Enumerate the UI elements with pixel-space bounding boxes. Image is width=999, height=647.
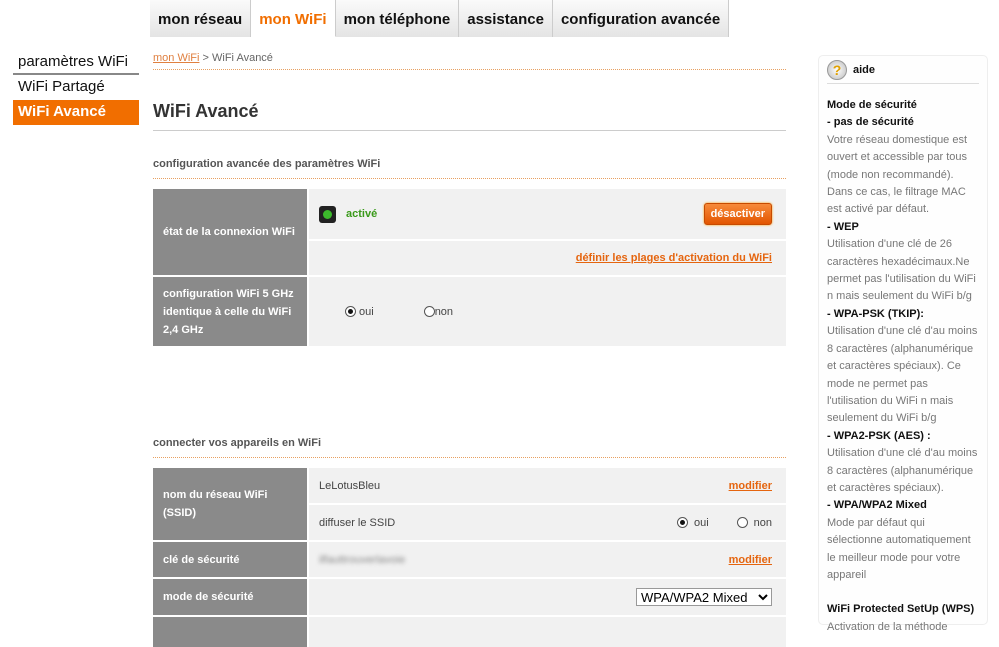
radio-label: oui xyxy=(693,516,709,529)
row-label: mode de sécurité xyxy=(153,579,307,615)
row-label: clé de sécurité xyxy=(153,542,307,577)
sidebar-item-parametres-wifi[interactable]: paramètres WiFi xyxy=(13,50,139,75)
radio-non[interactable] xyxy=(423,306,435,317)
sidebar: paramètres WiFi WiFi Partagé WiFi Avancé xyxy=(13,50,139,125)
breadcrumb-separator: > xyxy=(199,52,212,64)
row-label: état de la connexion WiFi xyxy=(153,189,307,275)
help-text: Activation de la méthode xyxy=(827,620,948,633)
status-led-icon xyxy=(319,205,336,223)
row-label xyxy=(153,617,307,647)
help-title: aide xyxy=(853,63,876,76)
sidebar-item-wifi-avance[interactable]: WiFi Avancé xyxy=(13,100,139,125)
help-text: Utilisation d'une clé d'au moins 8 carac… xyxy=(827,325,978,425)
help-text: Mode par défaut qui sélectionne automati… xyxy=(827,516,971,581)
breadcrumb-link[interactable]: mon WiFi xyxy=(153,52,199,64)
help-text: Utilisation d'une clé d'au moins 8 carac… xyxy=(827,447,978,494)
tab-mon-telephone[interactable]: mon téléphone xyxy=(335,0,460,37)
security-key-value: ilfauttrouverlavoie xyxy=(319,553,406,566)
row-security-mode: mode de sécurité WPA/WPA2 Mixed xyxy=(153,579,786,615)
security-mode-select[interactable]: WPA/WPA2 Mixed xyxy=(636,588,772,606)
modify-key-link[interactable]: modifier xyxy=(729,554,772,566)
help-body: Mode de sécurité - pas de sécurité Votre r… xyxy=(827,97,979,636)
main-nav: mon réseau mon WiFi mon téléphone assist… xyxy=(150,0,730,37)
help-heading: - WPA2-PSK (AES) : xyxy=(827,429,931,442)
help-heading: WiFi Protected SetUp (WPS) xyxy=(827,603,975,616)
deactivate-button[interactable]: désactiver xyxy=(703,203,772,225)
row-label: nom du réseau WiFi (SSID) xyxy=(153,468,307,540)
radio-label: non xyxy=(434,305,454,318)
radio-broadcast-oui[interactable] xyxy=(676,517,688,528)
row-same-config: configuration WiFi 5 GHz identique à cel… xyxy=(153,277,786,346)
help-heading: - WPA/WPA2 Mixed xyxy=(827,499,927,512)
tab-mon-reseau[interactable]: mon réseau xyxy=(150,0,252,37)
broadcast-label: diffuser le SSID xyxy=(319,516,396,529)
modify-ssid-link[interactable]: modifier xyxy=(729,480,772,492)
tab-assistance[interactable]: assistance xyxy=(459,0,553,37)
row-security-key: clé de sécurité ilfauttrouverlavoie modif… xyxy=(153,542,786,577)
row-ssid: nom du réseau WiFi (SSID) LeLotusBleu mod… xyxy=(153,468,786,540)
help-heading: - pas de sécurité xyxy=(827,116,914,129)
help-heading: - WEP xyxy=(827,220,859,233)
breadcrumb: mon WiFi > WiFi Avancé xyxy=(153,50,786,70)
tab-mon-wifi[interactable]: mon WiFi xyxy=(251,0,336,37)
radio-label: oui xyxy=(359,305,374,318)
radio-label: non xyxy=(753,516,772,529)
radio-oui[interactable] xyxy=(345,306,356,317)
schedule-link[interactable]: définir les plages d'activation du WiFi xyxy=(576,252,772,264)
breadcrumb-current: WiFi Avancé xyxy=(212,52,273,64)
tab-configuration-avancee[interactable]: configuration avancée xyxy=(552,0,730,37)
page-title: WiFi Avancé xyxy=(153,101,786,131)
ssid-value: LeLotusBleu xyxy=(319,479,381,492)
section-title: configuration avancée des paramètres WiF… xyxy=(153,156,786,179)
help-panel: ? aide Mode de sécurité - pas de sécurité V… xyxy=(818,55,988,633)
radio-broadcast-non[interactable] xyxy=(736,517,748,528)
status-text: activé xyxy=(346,208,378,220)
sidebar-item-wifi-partage[interactable]: WiFi Partagé xyxy=(13,75,139,100)
row-label: configuration WiFi 5 GHz identique à cel… xyxy=(153,277,307,346)
help-text: Votre réseau domestique est ouvert et ac… xyxy=(827,133,968,216)
row-wifi-state: état de la connexion WiFi activé désacti… xyxy=(153,189,786,275)
help-heading: - WPA-PSK (TKIP): xyxy=(827,307,924,320)
help-heading: Mode de sécurité xyxy=(827,99,917,111)
question-icon: ? xyxy=(827,59,847,80)
main-content: mon WiFi > WiFi Avancé WiFi Avancé confi… xyxy=(153,50,786,647)
help-text: Utilisation d'une clé de 26 caractères h… xyxy=(827,238,976,303)
row-next xyxy=(153,617,786,647)
section-title: connecter vos appareils en WiFi xyxy=(153,435,786,458)
